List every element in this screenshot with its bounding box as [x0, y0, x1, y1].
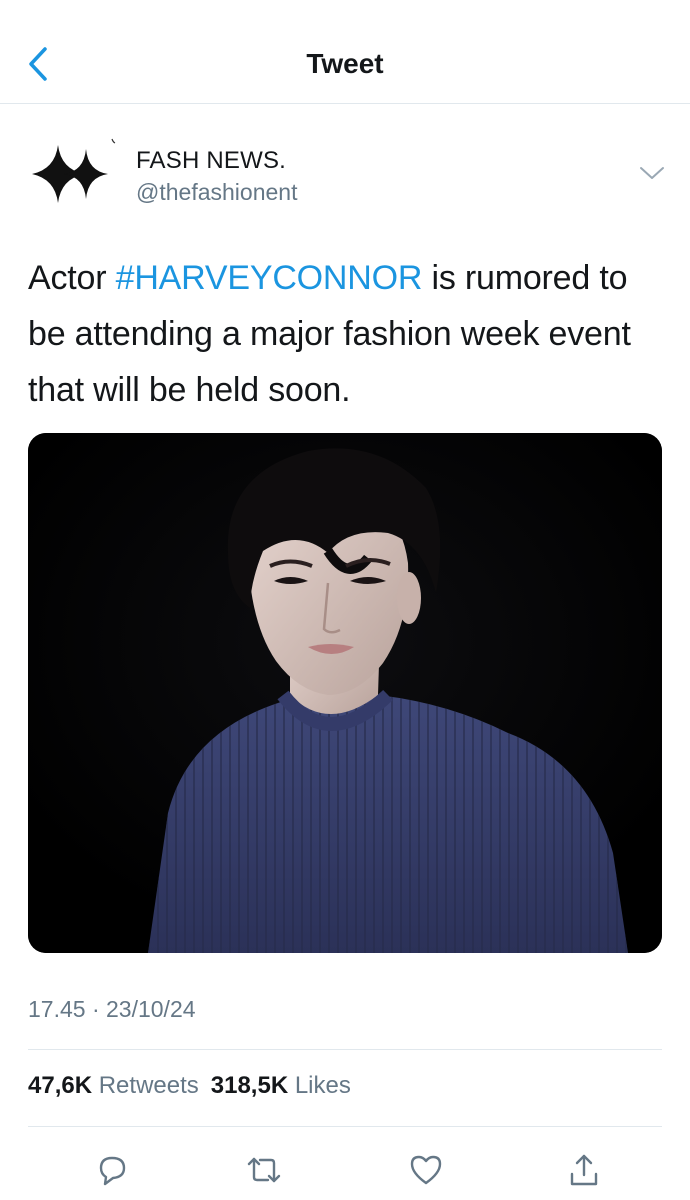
tweet-author: FASH NEWS. @thefashionent	[28, 135, 668, 215]
retweets-label: Retweets	[98, 1072, 199, 1099]
reply-button[interactable]	[90, 1148, 134, 1192]
nav-header: Tweet	[0, 0, 690, 104]
tweet-menu-button[interactable]	[636, 161, 668, 185]
share-icon	[570, 1154, 598, 1186]
tweet-text-before: Actor	[28, 259, 116, 297]
tweet-body: Actor #HARVEYCONNOR is rumored to be att…	[28, 250, 668, 418]
avatar[interactable]	[28, 135, 118, 213]
retweet-icon	[247, 1157, 281, 1183]
tweet-timestamp: 17.45 · 23/10/24	[28, 996, 196, 1022]
tweet-photo[interactable]	[28, 433, 662, 953]
like-icon	[410, 1155, 442, 1185]
retweets-count: 47,6K	[28, 1072, 93, 1099]
likes-count: 318,5K	[210, 1072, 289, 1099]
likes-stat[interactable]: 318,5K Likes	[211, 1072, 351, 1099]
user-handle[interactable]: @thefashionent	[136, 179, 297, 206]
reply-icon	[99, 1156, 126, 1186]
retweets-stat[interactable]: 47,6K Retweets	[28, 1072, 199, 1099]
likes-label: Likes	[294, 1072, 351, 1099]
retweet-button[interactable]	[242, 1148, 286, 1192]
tweet-actions	[0, 1140, 690, 1196]
tweet-detail-screen: Tweet FASH NEWS. @thefashionent Actor #H…	[0, 0, 690, 1200]
engagement-stats: 47,6K Retweets 318,5K Likes	[28, 1072, 363, 1100]
chevron-down-icon	[640, 167, 664, 179]
page-title: Tweet	[306, 48, 384, 79]
divider	[28, 1049, 662, 1050]
like-button[interactable]	[404, 1148, 448, 1192]
display-name[interactable]: FASH NEWS.	[136, 147, 286, 175]
sparkle-star-icon	[32, 138, 116, 203]
portrait-photo	[28, 433, 662, 953]
hashtag-link[interactable]: #HARVEYCONNOR	[116, 259, 423, 297]
share-button[interactable]	[562, 1148, 606, 1192]
divider	[28, 1126, 662, 1127]
